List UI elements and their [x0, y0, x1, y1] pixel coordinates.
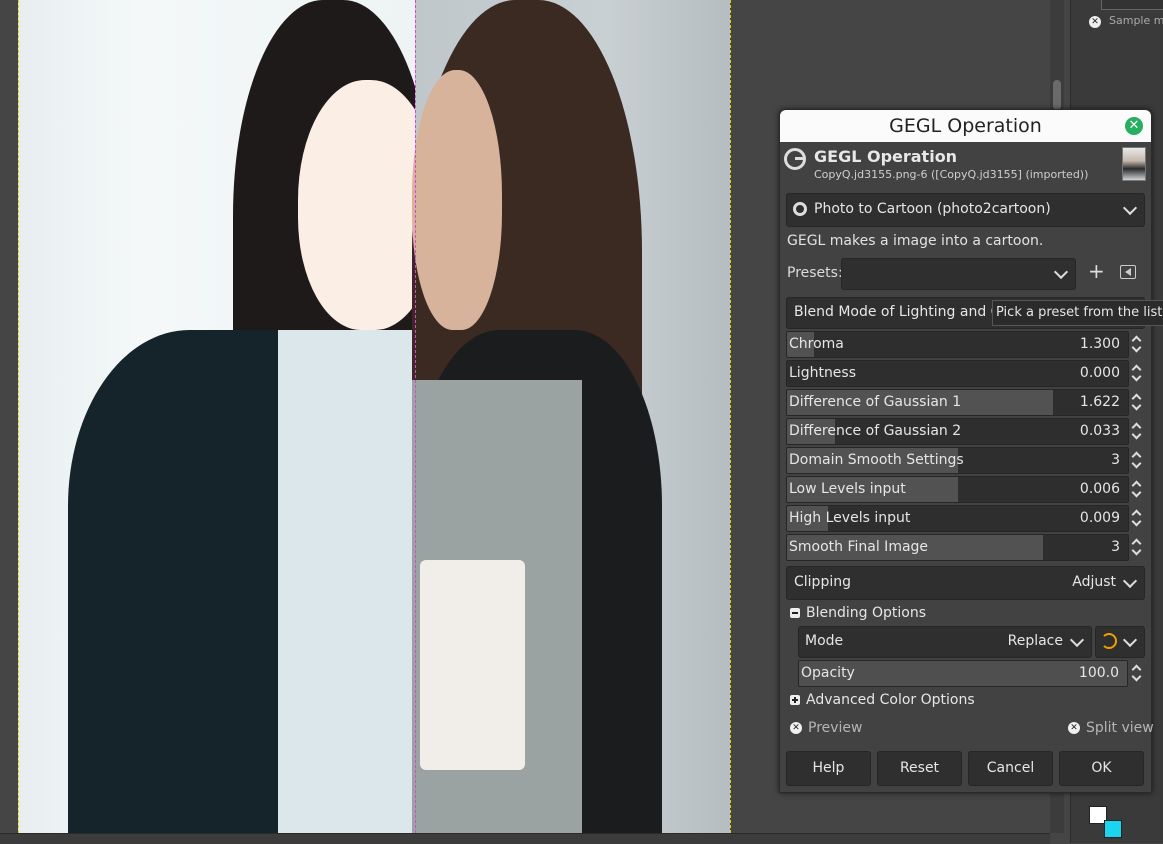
param-slider[interactable]: Lightness 0.000: [786, 360, 1129, 387]
checkbox-x-icon: ✕: [790, 722, 802, 734]
close-icon: ✕: [1128, 118, 1140, 133]
gegl-operation-dialog: GEGL Operation ✕ GEGL Operation CopyQ.jd…: [779, 109, 1163, 793]
help-button[interactable]: Help: [786, 751, 871, 786]
preset-tooltip: Pick a preset from the list: [992, 300, 1163, 326]
gegl-icon: [793, 202, 807, 216]
header-subtitle: CopyQ.jd3155.png-6 ([CopyQ.jd3155] (impo…: [814, 168, 1089, 181]
original-half: [412, 0, 730, 833]
split-view-label: Split view: [1086, 720, 1154, 736]
cartoon-half: [18, 0, 438, 833]
param-slider[interactable]: Low Levels input 0.006: [786, 476, 1129, 503]
scrollbar-thumb[interactable]: [1053, 80, 1061, 110]
slider-spinner[interactable]: [1130, 476, 1144, 501]
slider-label: High Levels input: [789, 510, 911, 526]
slider-label: Smooth Final Image: [789, 539, 929, 555]
slider-spinner[interactable]: [1130, 505, 1144, 530]
reset-icon: [1101, 633, 1117, 649]
clipping-select[interactable]: Clipping Adjust: [786, 566, 1145, 600]
slider-value: 0.009: [1079, 510, 1120, 526]
slider-value: 3: [1111, 452, 1120, 468]
presets-label: Presets:: [787, 265, 843, 281]
param-slider[interactable]: Difference of Gaussian 1 1.622: [786, 389, 1129, 416]
sample-merged-checkbox[interactable]: ✕: [1089, 16, 1101, 28]
param-slider[interactable]: Difference of Gaussian 2 0.033: [786, 418, 1129, 445]
chevron-down-icon: [1069, 632, 1085, 648]
operation-select[interactable]: Photo to Cartoon (photo2cartoon): [786, 193, 1145, 227]
background-color-swatch[interactable]: [1104, 820, 1122, 838]
checkbox-x-icon: ✕: [1068, 722, 1080, 734]
mode-label: Mode: [805, 633, 844, 649]
sample-merged-label: Sample m: [1109, 14, 1163, 27]
cup-shape: [420, 560, 525, 770]
opacity-value: 100.0: [1078, 665, 1119, 681]
slider-spinner[interactable]: [1130, 534, 1144, 559]
dialog-header: GEGL Operation CopyQ.jd3155.png-6 ([Copy…: [780, 143, 1151, 187]
opacity-slider[interactable]: Opacity 100.0: [798, 660, 1128, 687]
image-photo: [18, 0, 730, 833]
close-button[interactable]: ✕: [1125, 117, 1143, 135]
operation-label: Photo to Cartoon (photo2cartoon): [814, 201, 1051, 217]
collapse-icon: [790, 608, 800, 618]
slider-value: 0.033: [1079, 423, 1120, 439]
opacity-label: Opacity: [801, 665, 855, 681]
slider-spinner[interactable]: [1130, 360, 1144, 385]
horizontal-scrollbar[interactable]: [0, 833, 1050, 844]
opacity-spinner[interactable]: [1130, 660, 1144, 685]
canvas-boundary-left: [18, 0, 19, 833]
clipping-value: Adjust: [1072, 574, 1116, 590]
slider-value: 0.000: [1079, 365, 1120, 381]
slider-label: Difference of Gaussian 2: [789, 423, 962, 439]
canvas-boundary-right: [730, 0, 731, 833]
slider-label: Low Levels input: [789, 481, 906, 497]
slider-spinner[interactable]: [1130, 418, 1144, 443]
operation-description: GEGL makes a image into a cartoon.: [787, 233, 1044, 249]
blend-mode-label: Blend Mode of Lighting and Chro: [794, 304, 1024, 320]
blending-options-label: Blending Options: [806, 605, 926, 621]
slider-label: Difference of Gaussian 1: [789, 394, 962, 410]
slider-value: 3: [1111, 539, 1120, 555]
slider-value: 1.622: [1079, 394, 1120, 410]
slider-label: Lightness: [789, 365, 857, 381]
preset-menu-icon[interactable]: [1120, 265, 1136, 279]
chevron-down-icon: [1122, 200, 1138, 216]
ok-button[interactable]: OK: [1059, 751, 1144, 786]
reset-button[interactable]: Reset: [877, 751, 962, 786]
apron-shape: [278, 330, 415, 833]
dock-field[interactable]: [1101, 0, 1163, 10]
face-shape-right: [412, 70, 502, 330]
slider-spinner[interactable]: [1130, 447, 1144, 472]
split-view-guide[interactable]: [415, 0, 416, 833]
mode-value: Replace: [1007, 633, 1063, 649]
slider-label: Chroma: [789, 336, 844, 352]
image-thumbnail: [1122, 147, 1146, 181]
slider-value: 0.006: [1079, 481, 1120, 497]
expand-icon: [790, 695, 800, 705]
preview-label: Preview: [808, 720, 863, 736]
advanced-color-options-label: Advanced Color Options: [806, 692, 975, 708]
presets-select[interactable]: [841, 258, 1076, 290]
chevron-down-icon: [1122, 632, 1138, 648]
dialog-title: GEGL Operation: [889, 115, 1042, 137]
mode-select[interactable]: Mode Replace: [798, 626, 1092, 658]
add-preset-icon[interactable]: +: [1088, 261, 1105, 281]
param-slider[interactable]: High Levels input 0.009: [786, 505, 1129, 532]
composite-mode-select[interactable]: [1095, 626, 1145, 658]
slider-label: Domain Smooth Settings: [789, 452, 964, 468]
clipping-label: Clipping: [794, 574, 851, 590]
param-slider[interactable]: Chroma 1.300: [786, 331, 1129, 358]
param-slider[interactable]: Domain Smooth Settings 3: [786, 447, 1129, 474]
param-slider[interactable]: Smooth Final Image 3: [786, 534, 1129, 561]
slider-spinner[interactable]: [1130, 331, 1144, 356]
slider-spinner[interactable]: [1130, 389, 1144, 414]
chevron-down-icon: [1053, 264, 1069, 280]
header-name: GEGL Operation: [814, 147, 958, 166]
gegl-icon: [784, 148, 806, 170]
cancel-button[interactable]: Cancel: [968, 751, 1053, 786]
chevron-down-icon: [1122, 573, 1138, 589]
dialog-titlebar[interactable]: GEGL Operation ✕: [780, 110, 1151, 142]
slider-value: 1.300: [1079, 336, 1120, 352]
